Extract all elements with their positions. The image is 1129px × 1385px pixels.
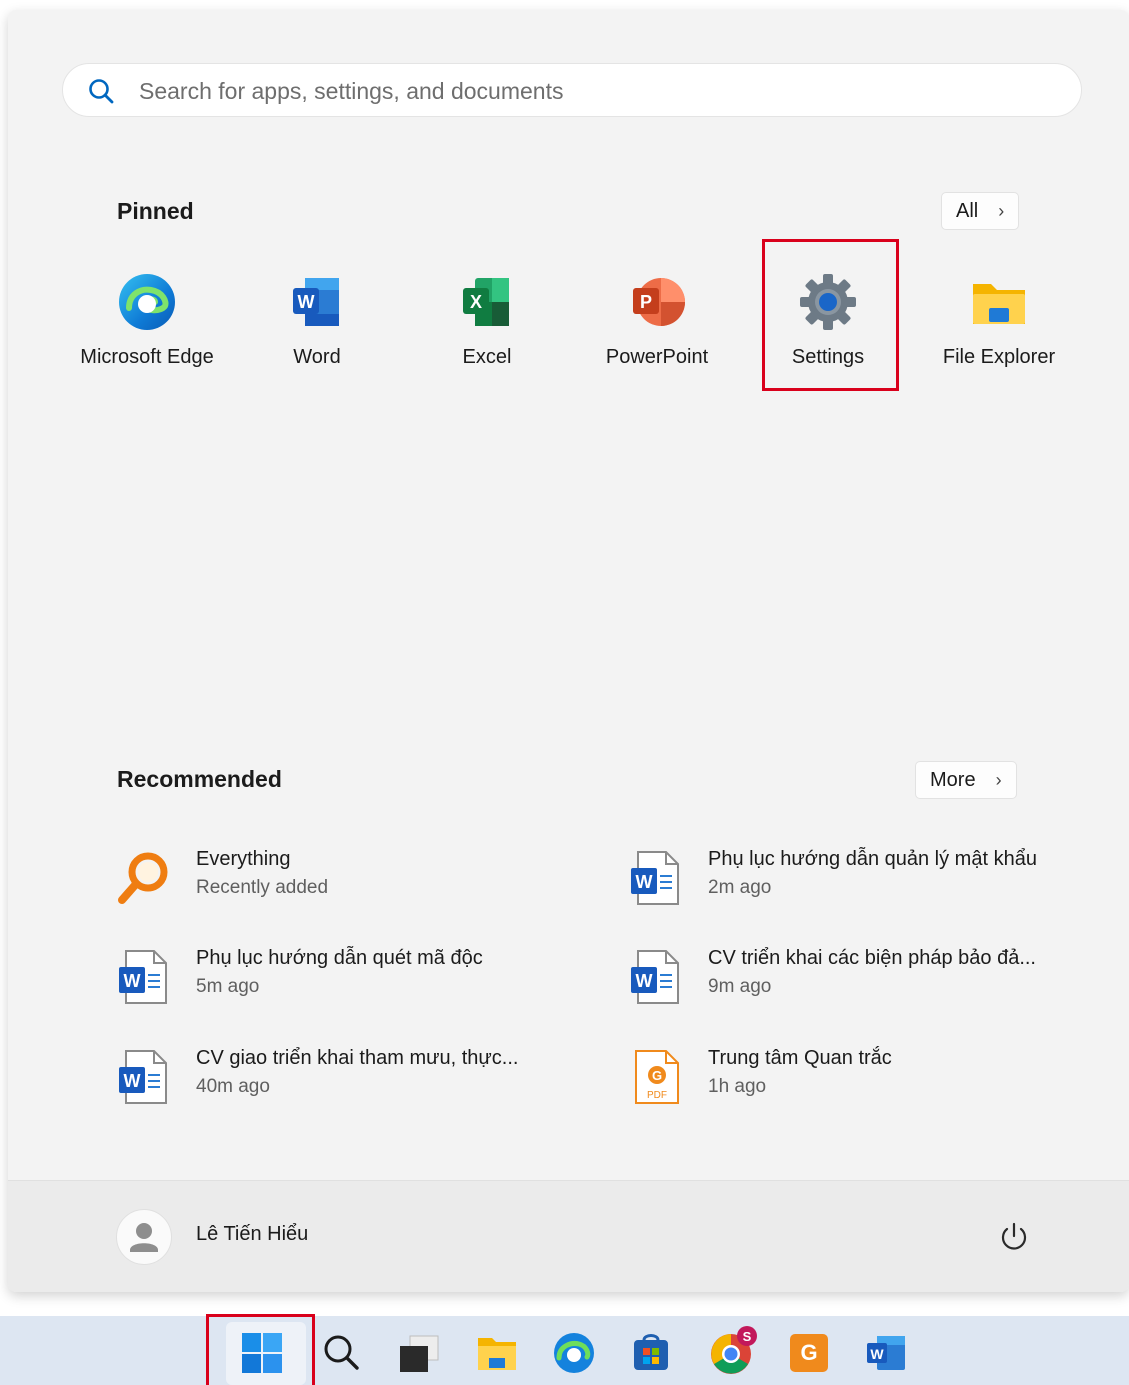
search-placeholder: Search for apps, settings, and documents [139, 78, 564, 104]
recommended-item[interactable]: W CV triển khai các biện pháp bảo đả... … [628, 943, 1098, 1013]
svg-text:W: W [298, 292, 315, 312]
recommended-item[interactable]: G PDF Trung tâm Quan trắc 1h ago [628, 1043, 1098, 1113]
everything-icon [118, 852, 168, 904]
svg-text:P: P [640, 292, 652, 312]
chrome-icon[interactable]: S [707, 1324, 761, 1378]
edge-icon [119, 274, 175, 330]
user-icon [130, 1223, 158, 1252]
app-label: File Explorer [942, 346, 1056, 368]
svg-text:G: G [652, 1068, 662, 1083]
user-name[interactable]: Lê Tiến Hiểu [196, 1223, 308, 1246]
app-label: Microsoft Edge [80, 346, 214, 368]
pinned-app-excel[interactable]: X Excel [412, 270, 562, 390]
all-apps-label: All [956, 199, 979, 222]
foxit-pdf-icon[interactable]: G [786, 1330, 832, 1376]
recommended-item[interactable]: W CV giao triển khai tham mưu, thực... 4… [116, 1043, 586, 1113]
word-icon: W [293, 278, 339, 326]
more-label: More [930, 768, 976, 791]
avatar[interactable] [116, 1209, 172, 1265]
svg-text:W: W [636, 971, 653, 991]
recommended-subtitle: 5m ago [196, 976, 260, 997]
svg-text:S: S [743, 1329, 752, 1344]
app-label: PowerPoint [605, 346, 709, 368]
svg-text:PDF: PDF [647, 1090, 667, 1101]
chevron-right-icon: › [998, 200, 1005, 221]
power-icon[interactable] [996, 1219, 1032, 1255]
edge-icon[interactable] [551, 1330, 597, 1376]
search-icon [89, 79, 114, 104]
recommended-title-text: Everything [196, 848, 291, 870]
recommended-subtitle: 1h ago [708, 1076, 767, 1097]
more-button[interactable]: More › [915, 761, 1017, 799]
app-label: Word [293, 346, 341, 368]
recommended-title-text: CV triển khai các biện pháp bảo đả... [708, 947, 1036, 969]
recommended-title-text: Trung tâm Quan trắc [708, 1047, 892, 1069]
task-view-icon[interactable] [396, 1330, 442, 1376]
recommended-title-text: Phụ lục hướng dẫn quản lý mật khẩu [708, 848, 1037, 870]
powerpoint-icon: P [633, 278, 685, 326]
word-doc-icon: W [119, 1050, 167, 1104]
word-icon[interactable]: W [863, 1330, 909, 1376]
settings-highlight [762, 239, 899, 391]
svg-text:W: W [124, 971, 141, 991]
svg-text:W: W [870, 1346, 884, 1362]
word-doc-icon: W [631, 950, 679, 1004]
word-doc-icon: W [631, 851, 679, 905]
recommended-subtitle: 2m ago [708, 877, 772, 898]
app-label: Excel [462, 346, 512, 368]
svg-text:W: W [636, 872, 653, 892]
start-footer: Lê Tiến Hiểu [8, 1180, 1129, 1292]
recommended-subtitle: Recently added [196, 877, 329, 898]
all-apps-button[interactable]: All › [941, 192, 1020, 230]
file-explorer-icon[interactable] [474, 1330, 520, 1376]
taskbar-search-icon[interactable] [318, 1330, 364, 1376]
recommended-title-text: Phụ lục hướng dẫn quét mã độc [196, 947, 483, 969]
svg-text:W: W [124, 1071, 141, 1091]
pinned-title: Pinned [117, 198, 194, 224]
recommended-item[interactable]: Everything Recently added [116, 844, 586, 914]
start-button-highlight [206, 1314, 315, 1385]
svg-text:X: X [470, 292, 482, 312]
pinned-app-powerpoint[interactable]: P PowerPoint [582, 270, 732, 390]
pdf-doc-icon: G PDF [635, 1050, 679, 1104]
recommended-subtitle: 40m ago [196, 1076, 270, 1097]
pinned-app-edge[interactable]: Microsoft Edge [72, 270, 222, 390]
store-icon[interactable] [628, 1330, 674, 1376]
recommended-title-text: CV giao triển khai tham mưu, thực... [196, 1047, 519, 1069]
svg-text:G: G [800, 1340, 817, 1365]
recommended-item[interactable]: W Phụ lục hướng dẫn quét mã độc 5m ago [116, 943, 586, 1013]
pinned-app-file-explorer[interactable]: File Explorer [924, 270, 1074, 390]
recommended-subtitle: 9m ago [708, 976, 772, 997]
start-menu: Search for apps, settings, and documents… [8, 10, 1129, 1292]
recommended-item[interactable]: W Phụ lục hướng dẫn quản lý mật khẩu 2m … [628, 844, 1098, 914]
pinned-app-word[interactable]: W Word [242, 270, 392, 390]
taskbar: S G W [0, 1316, 1129, 1385]
chevron-right-icon: › [995, 769, 1002, 790]
folder-icon [973, 284, 1025, 324]
recommended-title: Recommended [117, 766, 282, 792]
word-doc-icon: W [119, 950, 167, 1004]
excel-icon: X [463, 278, 509, 326]
search-input[interactable]: Search for apps, settings, and documents [62, 63, 1082, 117]
